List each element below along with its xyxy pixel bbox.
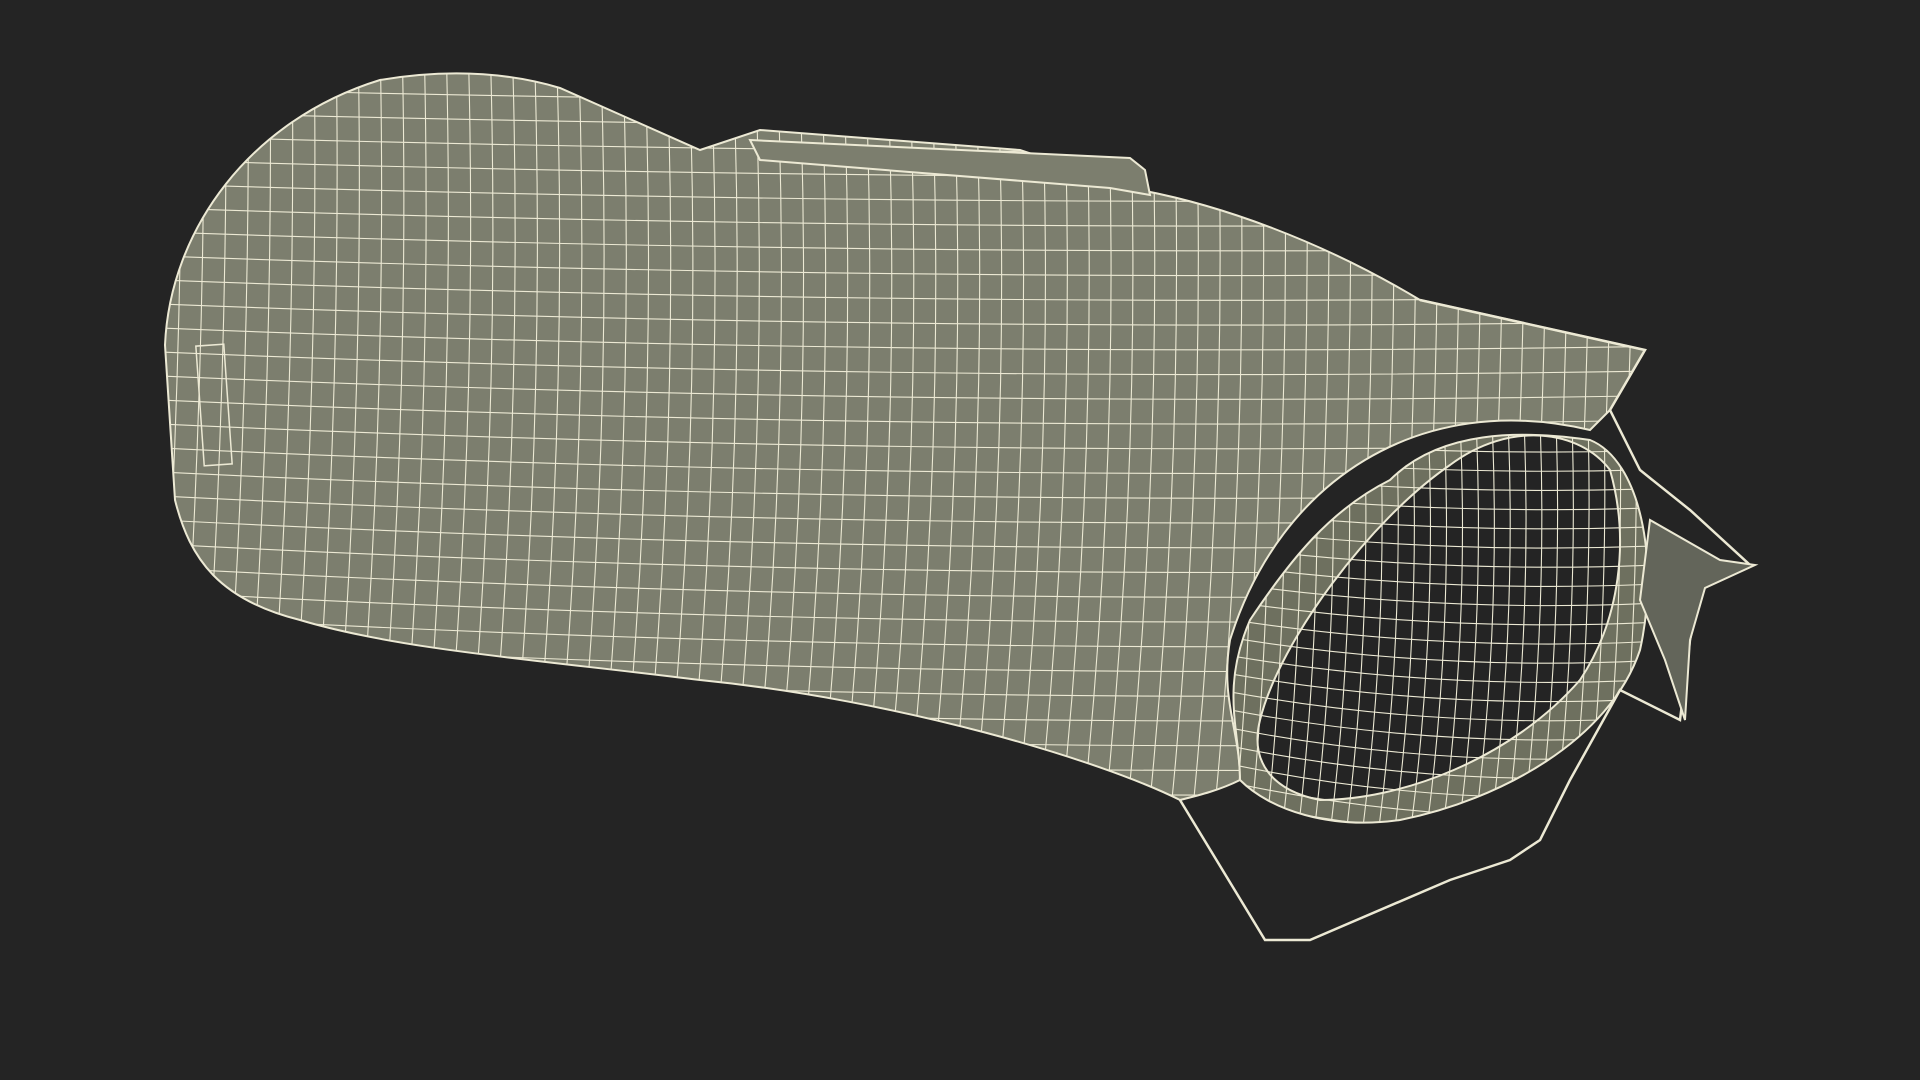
mesh-edge: [160, 808, 1660, 845]
mesh-edge: [160, 40, 1660, 53]
mesh-edge: [160, 952, 1660, 993]
buckle-strap: [1638, 518, 1759, 721]
wireframe-model: [120, 40, 1759, 993]
mesh-edge: [165, 73, 1645, 79]
mesh-edge: [160, 904, 1660, 944]
mesh-edge: [120, 40, 160, 960]
mesh-edge: [160, 928, 1660, 968]
mesh-edge: [1220, 834, 1680, 874]
mesh-edge: [160, 832, 1660, 869]
3d-viewport[interactable]: [0, 0, 1920, 1080]
mesh-edge: [1233, 815, 1648, 823]
mesh-edge: [160, 856, 1660, 894]
